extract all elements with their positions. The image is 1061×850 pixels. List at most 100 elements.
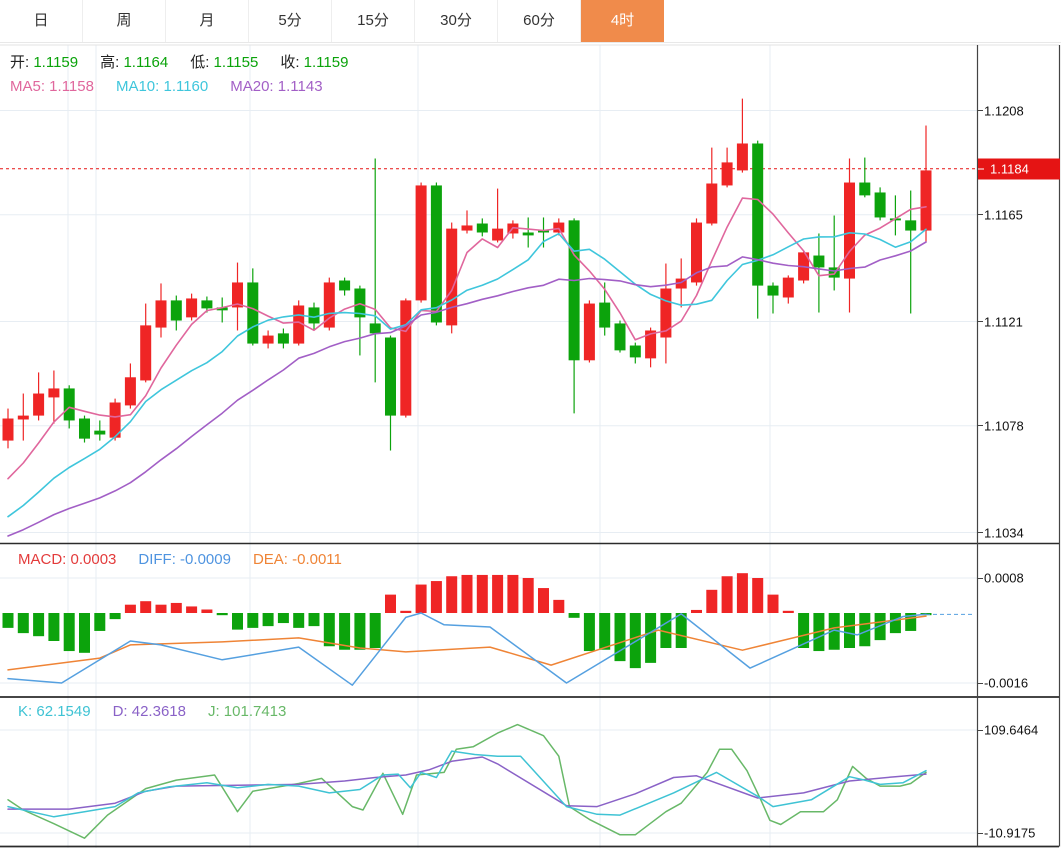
macd-bar — [171, 603, 182, 613]
candle-body — [186, 298, 197, 317]
tab-day[interactable]: 日 — [0, 0, 83, 42]
macd-legend: MACD: 0.0003DIFF: -0.0009DEA: -0.0011 — [18, 551, 364, 569]
candle-body — [33, 394, 44, 416]
candle-body — [722, 162, 733, 185]
candle-body — [370, 323, 381, 333]
axis-label: -0.0016 — [984, 676, 1028, 691]
candle-body — [79, 419, 90, 439]
candle-body — [431, 185, 442, 322]
macd-bar — [79, 613, 90, 653]
candle-body — [400, 300, 411, 415]
candle-body — [875, 192, 886, 217]
candle-body — [385, 338, 396, 416]
macd-bar — [263, 613, 274, 626]
axis-label: 109.6464 — [984, 723, 1038, 738]
candle-body — [768, 286, 779, 296]
tab-month[interactable]: 月 — [166, 0, 249, 42]
axis-label: 1.1034 — [984, 525, 1024, 540]
candle-body — [523, 232, 534, 235]
chart-canvas[interactable] — [0, 0, 1061, 850]
macd-bar — [462, 575, 473, 613]
macd-bar — [676, 613, 687, 648]
legend-item: 低: 1.1155 — [190, 54, 258, 72]
macd-bar — [752, 578, 763, 613]
axis-tick — [977, 532, 983, 533]
macd-bar — [630, 613, 641, 668]
macd-bar — [691, 610, 702, 613]
macd-bar — [324, 613, 335, 646]
tab-5min[interactable]: 5分 — [249, 0, 332, 42]
axis-tick — [977, 214, 983, 215]
macd-bar — [48, 613, 59, 641]
macd-bar — [507, 575, 518, 613]
macd-bar — [385, 595, 396, 613]
axis-tick — [977, 321, 983, 322]
ohlc-legend: 开: 1.1159高: 1.1164低: 1.1155收: 1.1159 — [10, 54, 370, 72]
candle-body — [156, 300, 167, 327]
grid-layer — [0, 45, 977, 848]
macd-bar — [156, 605, 167, 613]
candle-body — [278, 333, 289, 343]
macd-bar — [64, 613, 75, 651]
macd-bar — [293, 613, 304, 628]
candle-body — [492, 229, 503, 241]
macd-bar — [125, 605, 136, 613]
macd-bar — [645, 613, 656, 663]
axis-tick — [977, 833, 983, 834]
macd-bar — [18, 613, 29, 633]
axis-tick — [977, 683, 983, 684]
macd-bar — [890, 613, 901, 633]
candle-body — [599, 303, 610, 328]
tab-60min[interactable]: 60分 — [498, 0, 581, 42]
candle-body — [813, 256, 824, 268]
macd-bar — [538, 588, 549, 613]
axis-label: 1.1208 — [984, 103, 1024, 118]
legend-item: 开: 1.1159 — [10, 54, 78, 72]
macd-bar — [309, 613, 320, 626]
kdj-layer — [8, 725, 926, 839]
macd-bar — [477, 575, 488, 613]
legend-item: J: 101.7413 — [208, 703, 286, 721]
legend-item: MA5: 1.1158 — [10, 78, 94, 96]
candle-body — [3, 419, 14, 441]
macd-bar — [706, 590, 717, 613]
axis-label: -10.9175 — [984, 826, 1035, 841]
axis-label: 0.0008 — [984, 571, 1024, 586]
macd-bar — [201, 610, 212, 614]
tab-30min[interactable]: 30分 — [415, 0, 498, 42]
tab-4hour[interactable]: 4时 — [581, 0, 664, 42]
candle-body — [783, 278, 794, 298]
macd-bar — [232, 613, 243, 630]
candle-body — [263, 336, 274, 344]
timeframe-tabs: 日周月5分15分30分60分4时 — [0, 0, 1061, 43]
macd-bar — [722, 576, 733, 613]
candle-body — [64, 388, 75, 420]
candle-body — [18, 416, 29, 420]
ma-legend: MA5: 1.1158MA10: 1.1160MA20: 1.1143 — [10, 78, 345, 96]
candle-body — [462, 225, 473, 230]
tab-15min[interactable]: 15分 — [332, 0, 415, 42]
tab-week[interactable]: 周 — [83, 0, 166, 42]
candle-body — [446, 229, 457, 326]
macd-bar — [584, 613, 595, 651]
kline-app: 日周月5分15分30分60分4时 开: 1.1159高: 1.1164低: 1.… — [0, 0, 1061, 850]
candle-body — [584, 304, 595, 361]
macd-bar — [553, 600, 564, 613]
candle-body — [48, 388, 59, 397]
candles-layer — [3, 99, 932, 451]
macd-bar — [186, 606, 197, 613]
macd-bar — [783, 611, 794, 613]
macd-bar — [446, 576, 457, 613]
macd-bar — [416, 585, 427, 613]
legend-item: DIFF: -0.0009 — [138, 551, 231, 569]
candle-body — [737, 143, 748, 170]
candle-body — [553, 223, 564, 233]
axis-tick — [977, 730, 983, 731]
macd-bar — [599, 613, 610, 650]
candle-body — [125, 377, 136, 405]
legend-item: MACD: 0.0003 — [18, 551, 116, 569]
axis-tick — [977, 110, 983, 111]
axis-label: 1.1078 — [984, 418, 1024, 433]
candle-body — [416, 185, 427, 300]
legend-item: MA20: 1.1143 — [230, 78, 322, 96]
